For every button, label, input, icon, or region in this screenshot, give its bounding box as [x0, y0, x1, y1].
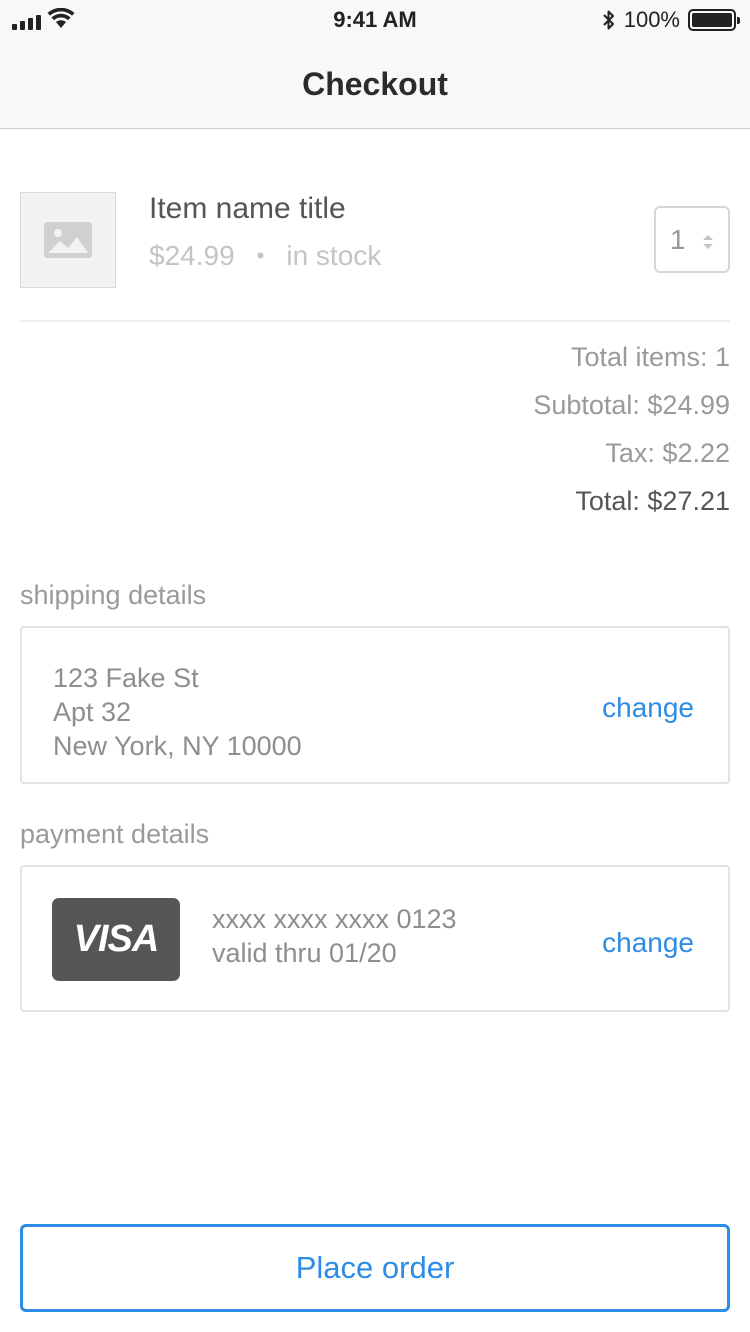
status-bar: 9:41 AM 100%	[0, 0, 750, 40]
card-brand: VISA	[73, 918, 160, 960]
quantity-value: 1	[670, 223, 686, 255]
page-title: Checkout	[302, 66, 448, 102]
bluetooth-icon	[603, 10, 614, 30]
shipping-section-label: shipping details	[20, 580, 207, 610]
address-line-1: 123 Fake St	[53, 663, 199, 693]
item-stock-status: in stock	[286, 240, 382, 271]
status-right: 100%	[602, 7, 740, 33]
card-expiry: valid thru 01/20	[212, 938, 397, 968]
grand-total: Total: $27.21	[575, 486, 730, 516]
card-details: xxxx xxxx xxxx 0123 valid thru 01/20	[212, 902, 457, 970]
visa-card-logo: VISA	[52, 898, 180, 981]
change-shipping-link[interactable]: change	[602, 692, 694, 724]
quantity-stepper[interactable]: 1	[654, 206, 730, 273]
total-items: Total items: 1	[570, 342, 730, 372]
item-price: $24.99	[149, 240, 235, 271]
address-line-2: Apt 32	[53, 697, 132, 727]
divider	[20, 320, 730, 322]
image-placeholder-icon	[44, 222, 92, 258]
battery-icon	[688, 9, 740, 31]
shipping-card: 123 Fake St Apt 32 New York, NY 10000 ch…	[20, 626, 730, 784]
item-meta: $24.99 • in stock	[149, 240, 381, 272]
subtotal: Subtotal: $24.99	[533, 390, 730, 420]
card-number: xxxx xxxx xxxx 0123	[212, 904, 457, 934]
item-name: Item name title	[149, 192, 346, 225]
address-line-3: New York, NY 10000	[53, 731, 302, 761]
change-payment-link[interactable]: change	[602, 927, 694, 959]
tax: Tax: $2.22	[605, 438, 730, 468]
up-down-arrows-icon	[703, 235, 713, 249]
item-thumbnail	[20, 192, 116, 288]
meta-separator: •	[256, 243, 265, 268]
navigation-bar: Checkout	[0, 40, 750, 129]
battery-percent: 100%	[623, 7, 680, 32]
cart-item: Item name title $24.99 • in stock 1	[20, 192, 730, 288]
shipping-address: 123 Fake St Apt 32 New York, NY 10000	[53, 661, 302, 763]
place-order-button[interactable]: Place order	[20, 1224, 730, 1312]
payment-card: VISA xxxx xxxx xxxx 0123 valid thru 01/2…	[20, 865, 730, 1012]
order-totals: Total items: 1 Subtotal: $24.99 Tax: $2.…	[533, 340, 730, 532]
payment-section-label: payment details	[20, 819, 210, 849]
